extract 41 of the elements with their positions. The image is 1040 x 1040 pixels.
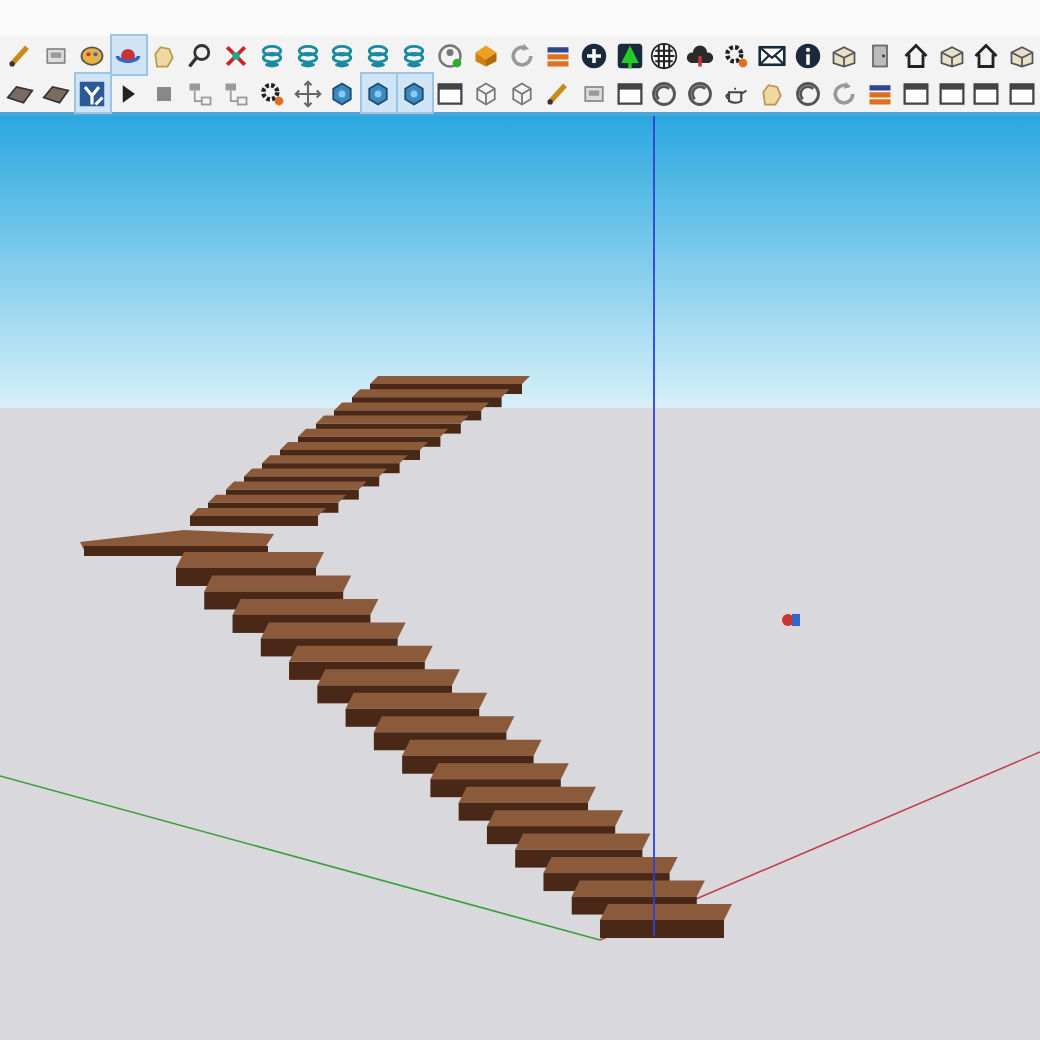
bucket-icon — [78, 41, 107, 69]
box-icon — [1008, 41, 1037, 69]
logo-button[interactable] — [75, 74, 110, 112]
node-icon — [221, 79, 250, 107]
house-icon — [901, 41, 930, 69]
window-icon — [615, 79, 644, 107]
refresh-icon — [507, 41, 536, 69]
pencil-icon — [543, 79, 572, 107]
stack-icon — [865, 79, 894, 107]
move-icon — [293, 79, 322, 107]
gears-icon — [722, 41, 751, 69]
cloud-icon — [686, 41, 715, 69]
sandbox-icon — [472, 41, 501, 69]
gears-icon — [257, 79, 286, 107]
tree-icon — [615, 41, 644, 69]
window-icon — [436, 79, 465, 107]
box-icon — [829, 41, 858, 69]
plus-icon — [579, 41, 608, 69]
axis-marker-icon — [782, 614, 800, 626]
layers-icon — [257, 41, 286, 69]
house-icon — [972, 41, 1001, 69]
refresh-icon — [829, 79, 858, 107]
node-icon — [185, 79, 214, 107]
cube-icon — [472, 79, 501, 107]
cube-icon — [507, 79, 536, 107]
mail-icon — [758, 41, 787, 69]
layers-icon — [400, 41, 429, 69]
layers-icon — [328, 41, 357, 69]
zoom-icon — [185, 41, 214, 69]
person-icon — [436, 41, 465, 69]
layers-icon — [293, 41, 322, 69]
window-icon — [937, 79, 966, 107]
extents-icon — [221, 41, 250, 69]
window-icon — [972, 79, 1001, 107]
info-icon — [794, 41, 823, 69]
globe-icon — [650, 41, 679, 69]
window-icon — [901, 79, 930, 107]
stack-icon — [543, 41, 572, 69]
logo-icon — [78, 79, 107, 107]
layers-icon — [364, 41, 393, 69]
box-icon — [937, 41, 966, 69]
